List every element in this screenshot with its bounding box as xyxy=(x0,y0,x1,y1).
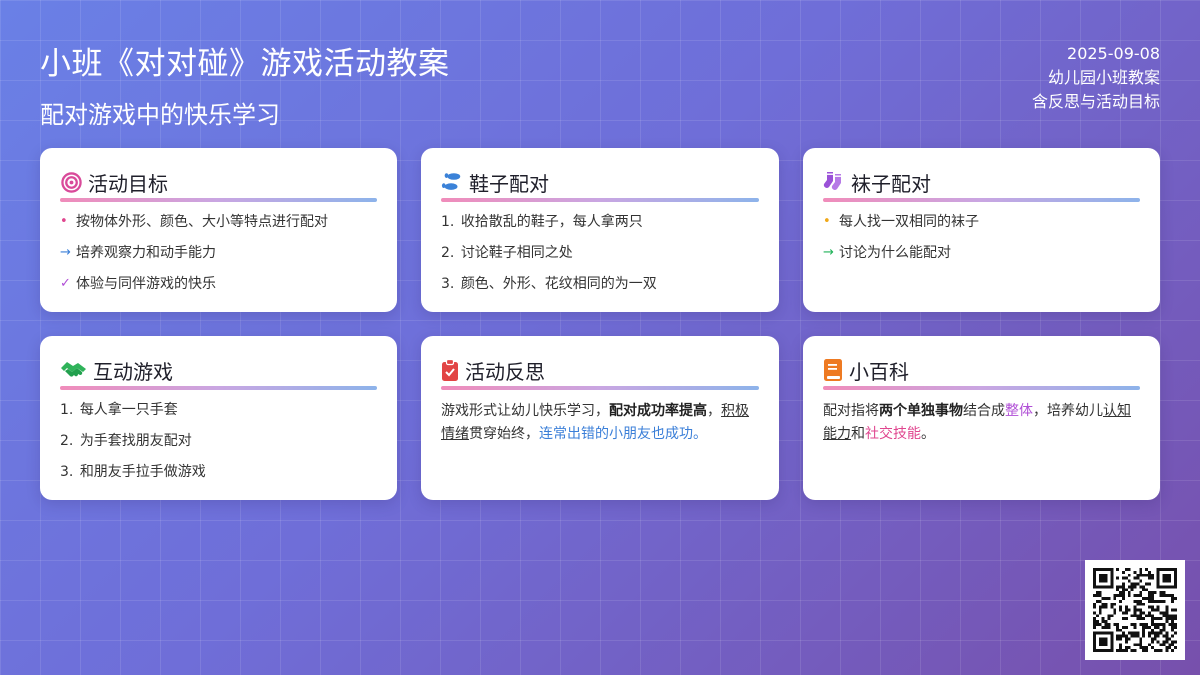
title-underline xyxy=(441,386,759,390)
bold-text: 两个单独事物 xyxy=(879,403,963,419)
list-item-text: 按物体外形、颜色、大小等特点进行配对 xyxy=(76,214,328,230)
text-run: 游戏形式让幼儿快乐学习， xyxy=(441,403,609,419)
dot-bullet: • xyxy=(823,214,831,229)
list-item: → 讨论为什么能配对 xyxy=(823,243,1140,263)
list-number: 1. xyxy=(441,214,455,230)
card-title: 袜子配对 xyxy=(851,171,931,196)
text-run: 结合成 xyxy=(963,403,1005,419)
meta-note: 含反思与活动目标 xyxy=(1031,92,1160,111)
highlight-text: 连常出错的小朋友也成功 xyxy=(539,426,693,442)
book-icon xyxy=(823,359,843,381)
highlight-text: 整体 xyxy=(1005,403,1033,419)
highlight-text: 社交技能 xyxy=(865,426,921,442)
encyclopedia-text: 配对指将两个单独事物结合成整体，培养幼儿认知能力和社交技能。 xyxy=(823,400,1140,446)
page-subtitle: 配对游戏中的快乐学习 xyxy=(40,101,280,129)
list-item: ✓ 体验与同伴游戏的快乐 xyxy=(60,274,377,294)
page-title: 小班《对对碰》游戏活动教案 xyxy=(40,46,450,82)
meta-type: 幼儿园小班教案 xyxy=(1047,68,1160,87)
text-run: 。 xyxy=(693,426,707,442)
list-item-text: 培养观察力和动手能力 xyxy=(76,245,216,261)
list-item-text: 颜色、外形、花纹相同的为一双 xyxy=(460,276,657,292)
list-item: 2. 讨论鞋子相同之处 xyxy=(441,243,759,263)
reflection-text: 游戏形式让幼儿快乐学习，配对成功率提高，积极情绪贯穿始终，连常出错的小朋友也成功… xyxy=(441,400,759,446)
card-title: 活动反思 xyxy=(465,359,545,384)
list-item-text: 讨论为什么能配对 xyxy=(839,245,951,261)
list-item: → 培养观察力和动手能力 xyxy=(60,243,377,263)
list-item: 3. 颜色、外形、花纹相同的为一双 xyxy=(441,274,759,294)
list-number: 2. xyxy=(441,245,455,261)
list-number: 1. xyxy=(60,402,74,418)
handshake-icon xyxy=(60,359,87,381)
card-grid: 活动目标 • 按物体外形、颜色、大小等特点进行配对 → 培养观察力和动手能力 ✓ 体验… xyxy=(40,148,1160,500)
title-underline xyxy=(60,386,377,390)
title-underline xyxy=(823,198,1140,202)
text-run: 配对指将 xyxy=(823,403,879,419)
page-meta: 2025-09-08 幼儿园小班教案 含反思与活动目标 xyxy=(1032,42,1160,114)
list-item-text: 为手套找朋友配对 xyxy=(79,433,192,449)
list-number: 3. xyxy=(60,464,74,480)
list-item-text: 和朋友手拉手做游戏 xyxy=(79,464,206,480)
list-item-text: 收拾散乱的鞋子，每人拿两只 xyxy=(460,214,643,230)
list-item: 2. 为手套找朋友配对 xyxy=(60,431,377,451)
list-item-text: 每人拿一只手套 xyxy=(79,402,178,418)
card-title: 互动游戏 xyxy=(93,359,173,384)
text-run: 。 xyxy=(921,426,935,442)
card-reflection: 活动反思 游戏形式让幼儿快乐学习，配对成功率提高，积极情绪贯穿始终，连常出错的小… xyxy=(421,336,779,500)
card-title: 活动目标 xyxy=(88,171,168,196)
list-item-text: 讨论鞋子相同之处 xyxy=(460,245,573,261)
list-item: • 每人找一双相同的袜子 xyxy=(823,212,1140,232)
card-title: 鞋子配对 xyxy=(469,171,549,196)
title-underline xyxy=(823,386,1140,390)
title-underline xyxy=(441,198,759,202)
socks-icon xyxy=(823,171,845,193)
text-run: 贯穿始终， xyxy=(469,426,539,442)
list-number: 2. xyxy=(60,433,74,449)
card-encyclopedia: 小百科 配对指将两个单独事物结合成整体，培养幼儿认知能力和社交技能。 xyxy=(803,336,1160,500)
list-item: 1. 收拾散乱的鞋子，每人拿两只 xyxy=(441,212,759,232)
list-item: 1. 每人拿一只手套 xyxy=(60,400,377,420)
list-item-text: 体验与同伴游戏的快乐 xyxy=(76,276,216,292)
arrow-bullet: → xyxy=(60,245,71,260)
text-run: 和 xyxy=(851,426,865,442)
list-number: 3. xyxy=(441,276,455,292)
meta-date: 2025-09-08 xyxy=(1067,44,1160,63)
text-run: ，培养幼儿 xyxy=(1033,403,1103,419)
check-bullet: ✓ xyxy=(60,276,71,291)
card-interactive-game: 互动游戏 1. 每人拿一只手套 2. 为手套找朋友配对 3. 和朋友手拉手做游戏 xyxy=(40,336,397,500)
target-icon xyxy=(60,171,82,193)
arrow-bullet: → xyxy=(823,245,834,260)
qr-code-pattern xyxy=(1093,568,1177,652)
list-item: 3. 和朋友手拉手做游戏 xyxy=(60,462,377,482)
card-sock-matching: 袜子配对 • 每人找一双相同的袜子 → 讨论为什么能配对 xyxy=(803,148,1160,312)
card-activity-goals: 活动目标 • 按物体外形、颜色、大小等特点进行配对 → 培养观察力和动手能力 ✓ 体验… xyxy=(40,148,397,312)
card-title: 小百科 xyxy=(849,359,909,384)
qr-code[interactable] xyxy=(1085,560,1185,660)
dot-bullet: • xyxy=(60,214,68,229)
clipboard-check-icon xyxy=(441,359,459,381)
list-item: • 按物体外形、颜色、大小等特点进行配对 xyxy=(60,212,377,232)
list-item-text: 每人找一双相同的袜子 xyxy=(839,214,979,230)
text-run: ， xyxy=(707,403,721,419)
page-header: 小班《对对碰》游戏活动教案 配对游戏中的快乐学习 xyxy=(40,38,450,130)
footprints-icon xyxy=(441,171,463,193)
bold-text: 配对成功率提高 xyxy=(609,403,707,419)
title-underline xyxy=(60,198,377,202)
card-shoe-matching: 鞋子配对 1. 收拾散乱的鞋子，每人拿两只 2. 讨论鞋子相同之处 3. 颜色、… xyxy=(421,148,779,312)
